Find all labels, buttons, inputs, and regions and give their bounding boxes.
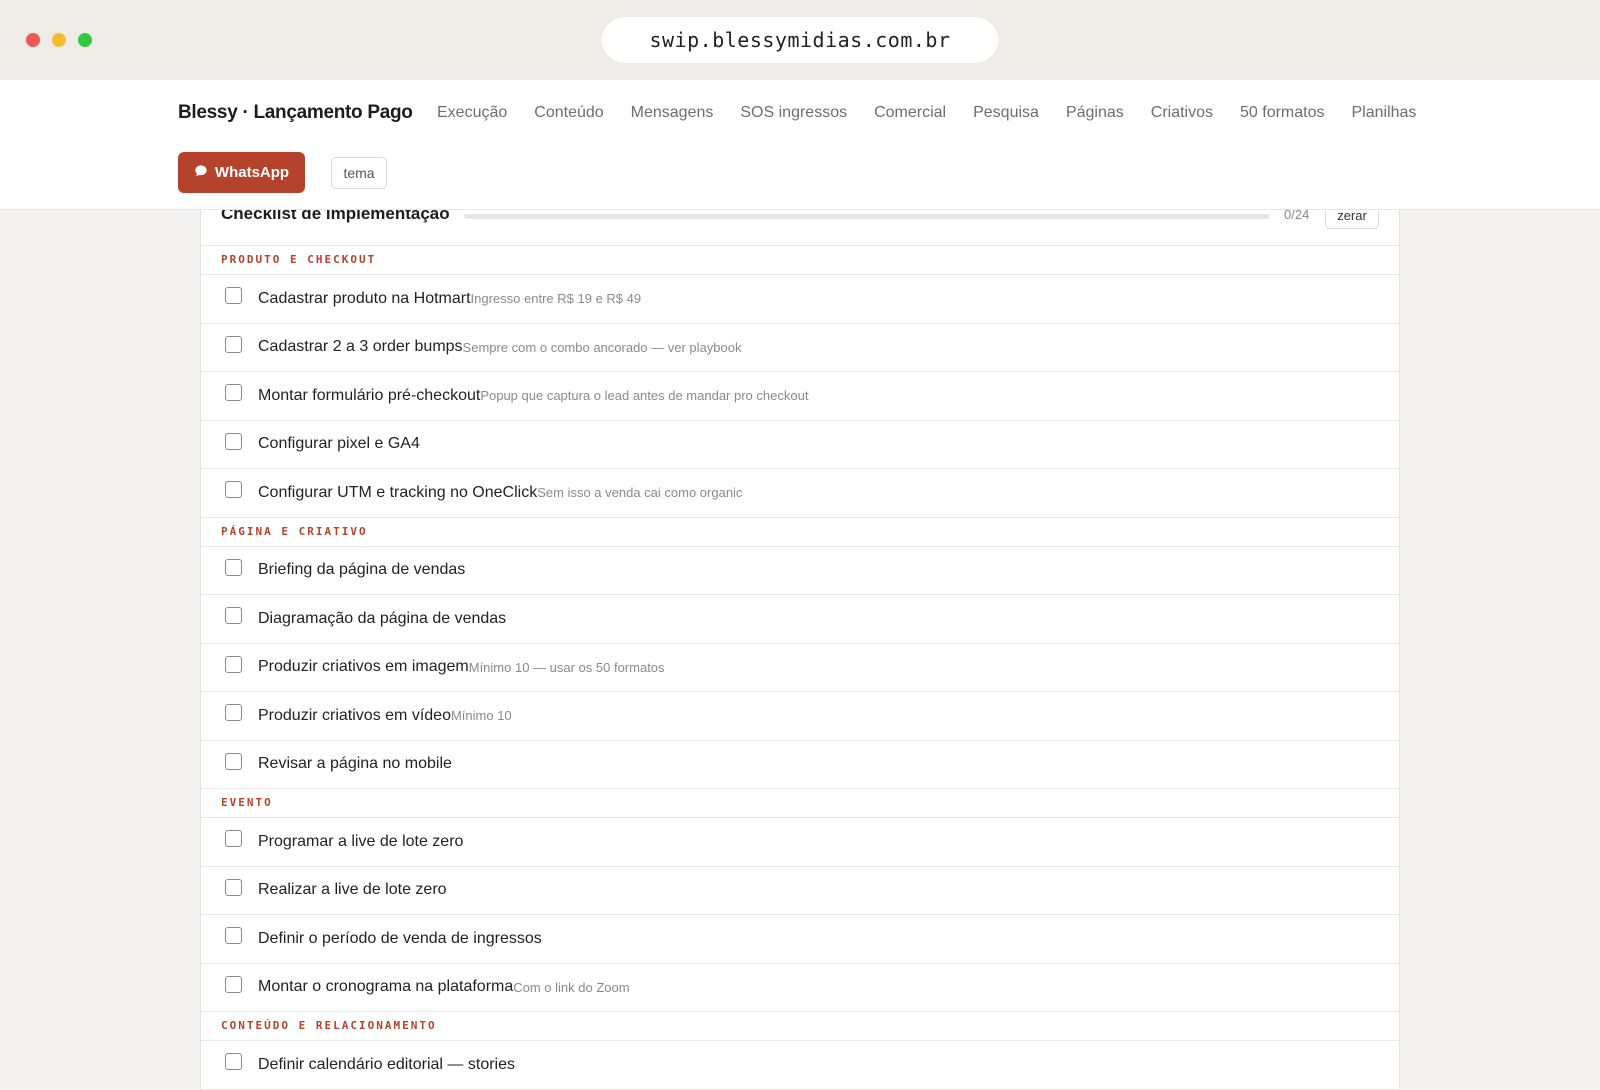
address-bar[interactable]: swip.blessymidias.com.br (602, 17, 998, 63)
nav-item-paginas[interactable]: Páginas (1066, 104, 1124, 122)
checklist-item-label: Realizar a live de lote zero (258, 881, 447, 899)
checklist-card: Checklist de implementação 0/24 zerar PR… (200, 190, 1401, 1090)
checkbox[interactable] (225, 752, 242, 770)
section-label: CONTEÚDO E RELACIONAMENTO (201, 1012, 1401, 1041)
checklist-item[interactable]: Briefing da página de vendas (201, 547, 1401, 595)
nav-item-execucao[interactable]: Execução (437, 104, 507, 122)
nav-item-criativos[interactable]: Criativos (1151, 104, 1213, 122)
section-label: EVENTO (201, 789, 1401, 818)
checklist-item[interactable]: Diagramação da página de vendas (201, 595, 1401, 644)
checklist-item-note: Com o link do Zoom (513, 979, 630, 995)
whatsapp-button[interactable]: WhatsApp (178, 152, 305, 193)
checkbox[interactable] (225, 927, 242, 945)
checkbox[interactable] (225, 830, 242, 848)
checklist-item-label: Cadastrar produto na Hotmart (258, 289, 471, 307)
checklist-item-label: Diagramação da página de vendas (258, 609, 507, 627)
brand-title: Blessy · Lançamento Pago (178, 102, 413, 123)
nav-item-sos-ingressos[interactable]: SOS ingressos (740, 104, 847, 122)
checkbox[interactable] (225, 558, 242, 576)
checkbox[interactable] (225, 287, 242, 305)
checklist-item[interactable]: Revisar a página no mobile (201, 741, 1401, 789)
checklist-item[interactable]: Realizar a live de lote zero (201, 867, 1401, 915)
checklist-item[interactable]: Cadastrar produto na Hotmart Ingresso ent… (201, 275, 1401, 324)
checklist-item[interactable]: Configurar UTM e tracking no OneClick Sem… (201, 469, 1401, 518)
checklist-item[interactable]: Configurar pixel e GA4 (201, 421, 1401, 469)
minimize-window-button[interactable] (52, 33, 66, 47)
checklist-item-note: Popup que captura o lead antes de mandar… (480, 388, 809, 404)
checklist-item-label: Produzir criativos em vídeo (258, 706, 451, 724)
theme-toggle-button[interactable]: tema (331, 157, 387, 189)
checklist-item-note: Mínimo 10 (450, 708, 512, 724)
checkbox[interactable] (225, 384, 242, 402)
checklist-item-label: Configurar pixel e GA4 (258, 435, 420, 453)
theme-toggle-label: tema (343, 165, 375, 181)
checklist-item-label: Configurar UTM e tracking no OneClick (258, 483, 538, 501)
checklist-item-note: Ingresso entre R$ 19 e R$ 49 (470, 291, 642, 307)
maximize-window-button[interactable] (78, 33, 92, 47)
checklist-item-note: Sempre com o combo ancorado — ver playbo… (462, 339, 742, 355)
nav-item-50-formatos[interactable]: 50 formatos (1240, 104, 1324, 122)
checklist-item-label: Cadastrar 2 a 3 order bumps (258, 338, 463, 356)
checkbox[interactable] (225, 704, 242, 722)
checkbox[interactable] (225, 975, 242, 993)
progress-bar (464, 214, 1270, 219)
whatsapp-button-label: WhatsApp (214, 164, 290, 181)
checklist-item[interactable]: Definir o período de venda de ingressos (201, 915, 1401, 964)
checkbox[interactable] (225, 607, 242, 625)
checklist-item-label: Definir calendário editorial — stories (258, 1055, 515, 1073)
checklist-item-label: Programar a live de lote zero (258, 832, 464, 850)
close-window-button[interactable] (26, 33, 40, 47)
section-label: PÁGINA E CRIATIVO (201, 518, 1401, 547)
nav-item-mensagens[interactable]: Mensagens (631, 104, 714, 122)
address-bar-url: swip.blessymidias.com.br (649, 28, 951, 52)
nav-item-conteudo[interactable]: Conteúdo (534, 104, 603, 122)
checklist-list: PRODUTO E CHECKOUT Cadastrar produto na H… (201, 246, 1401, 1090)
checklist-item[interactable]: Cadastrar 2 a 3 order bumps Sempre com o … (201, 324, 1401, 372)
checklist-item[interactable]: Programar a live de lote zero (201, 818, 1401, 867)
checklist-item-note: Mínimo 10 — usar os 50 formatos (468, 659, 665, 675)
checklist-item[interactable]: Montar o cronograma na plataforma Com o l… (201, 964, 1401, 1012)
checkbox[interactable] (225, 655, 242, 673)
checklist-item-label: Montar formulário pré-checkout (258, 386, 481, 404)
browser-chrome: swip.blessymidias.com.br (0, 0, 1600, 80)
checkbox[interactable] (225, 1053, 242, 1071)
nav-item-comercial[interactable]: Comercial (874, 104, 946, 122)
checklist-item[interactable]: Produzir criativos em vídeo Mínimo 10 (201, 692, 1401, 741)
checklist-item-label: Revisar a página no mobile (258, 755, 452, 773)
checklist-item-note: Sem isso a venda cai como organic (537, 485, 743, 501)
checkbox[interactable] (225, 432, 242, 450)
chat-bubble-icon (194, 164, 208, 182)
nav-item-planilhas[interactable]: Planilhas (1351, 104, 1416, 122)
checklist-item[interactable]: Produzir criativos em imagem Mínimo 10 — … (201, 644, 1401, 692)
checklist-item-label: Produzir criativos em imagem (258, 658, 469, 676)
checkbox[interactable] (225, 335, 242, 353)
app-header: Blessy · Lançamento Pago Execução Conteúd… (0, 80, 1600, 210)
nav-item-pesquisa[interactable]: Pesquisa (973, 104, 1039, 122)
checklist-item[interactable]: Montar formulário pré-checkout Popup que … (201, 372, 1401, 421)
checkbox[interactable] (225, 481, 242, 499)
checklist-item[interactable]: Definir calendário editorial — stories (201, 1041, 1401, 1090)
checklist-item-label: Definir o período de venda de ingressos (258, 929, 542, 947)
main-nav: Execução Conteúdo Mensagens SOS ingressos Co… (437, 104, 1443, 122)
checklist-item-label: Montar o cronograma na plataforma (258, 978, 514, 996)
checkbox[interactable] (225, 878, 242, 896)
checklist-item-label: Briefing da página de vendas (258, 561, 466, 579)
section-label: PRODUTO E CHECKOUT (201, 246, 1401, 275)
